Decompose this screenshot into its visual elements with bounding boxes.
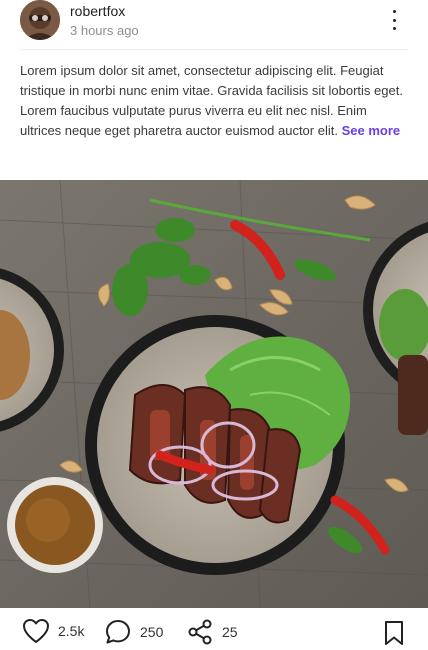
post-photo[interactable] <box>0 180 428 608</box>
bookmark-icon <box>385 621 403 645</box>
header-divider <box>20 49 408 50</box>
menu-dot <box>392 18 396 22</box>
post-header: robertfox 3 hours ago <box>0 0 428 50</box>
comment-icon <box>106 620 130 644</box>
share-icon <box>188 619 212 645</box>
menu-dot <box>392 27 396 30</box>
bookmark-button[interactable] <box>384 620 404 650</box>
food-photo-illustration <box>0 180 428 608</box>
post-actions: 2.5k 250 25 <box>0 608 428 650</box>
post-timestamp: 3 hours ago <box>70 23 139 38</box>
username[interactable]: robertfox <box>70 3 125 19</box>
comment-button[interactable]: 250 <box>104 618 163 646</box>
more-vertical-icon[interactable] <box>384 8 404 32</box>
share-count: 25 <box>222 624 238 640</box>
menu-dot <box>392 10 396 13</box>
share-button[interactable]: 25 <box>186 618 238 646</box>
see-more-link[interactable]: See more <box>342 123 401 138</box>
avatar[interactable] <box>20 0 60 40</box>
like-count: 2.5k <box>58 623 85 639</box>
like-button[interactable]: 2.5k <box>22 618 84 644</box>
avatar-image <box>20 0 60 40</box>
heart-icon <box>23 619 49 643</box>
post-caption: Lorem ipsum dolor sit amet, consectetur … <box>20 61 410 141</box>
comment-count: 250 <box>140 624 164 640</box>
